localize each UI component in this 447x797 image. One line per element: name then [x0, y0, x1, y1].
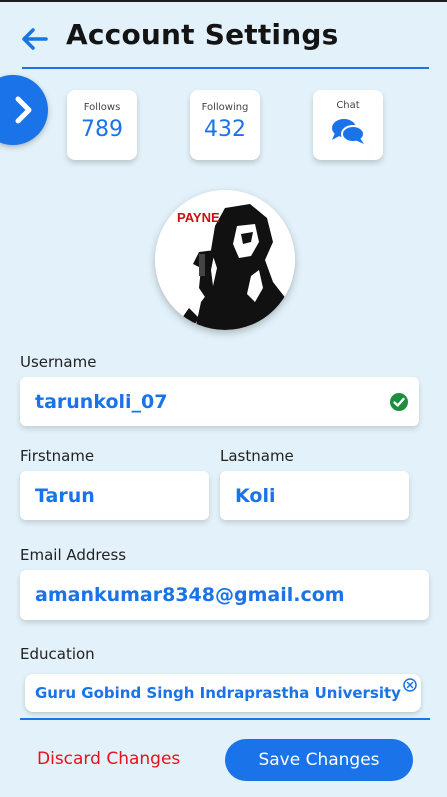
- lastname-value: Koli: [235, 484, 276, 507]
- education-chip[interactable]: Guru Gobind Singh Indraprastha Universit…: [25, 674, 421, 712]
- avatar[interactable]: PAYNE: [155, 190, 295, 330]
- clear-circle-icon[interactable]: [403, 677, 417, 696]
- lastname-field[interactable]: Koli: [220, 471, 409, 520]
- check-circle-icon: [389, 392, 409, 416]
- follows-count: 789: [81, 117, 123, 142]
- education-label: Education: [20, 645, 95, 663]
- username-value: tarunkoli_07: [35, 390, 168, 413]
- discard-changes-button[interactable]: Discard Changes: [37, 749, 180, 769]
- lastname-label: Lastname: [220, 447, 294, 465]
- education-field[interactable]: Guru Gobind Singh Indraprastha Universit…: [20, 672, 430, 720]
- following-count: 432: [204, 117, 246, 142]
- firstname-value: Tarun: [35, 484, 95, 507]
- email-field[interactable]: amankumar8348@gmail.com: [20, 570, 429, 620]
- follows-label: Follows: [83, 102, 121, 113]
- firstname-field[interactable]: Tarun: [20, 471, 209, 520]
- avatar-caption: PAYNE: [177, 210, 220, 225]
- expand-sidebar-button[interactable]: [0, 75, 48, 145]
- follows-card[interactable]: Follows 789: [67, 90, 137, 160]
- back-arrow-icon[interactable]: [18, 25, 50, 53]
- education-value: Guru Gobind Singh Indraprastha Universit…: [35, 684, 401, 702]
- username-field[interactable]: tarunkoli_07: [20, 377, 419, 426]
- username-label: Username: [20, 353, 97, 371]
- firstname-label: Firstname: [20, 447, 95, 465]
- following-card[interactable]: Following 432: [190, 90, 260, 160]
- email-label: Email Address: [20, 546, 127, 564]
- following-label: Following: [201, 102, 249, 113]
- title-divider: [22, 67, 429, 69]
- email-value: amankumar8348@gmail.com: [35, 584, 345, 606]
- chat-bubbles-icon: [330, 117, 366, 149]
- save-changes-button[interactable]: Save Changes: [225, 739, 413, 781]
- chevron-right-icon: [15, 96, 32, 124]
- page-title: Account Settings: [66, 18, 339, 51]
- chat-label: Chat: [336, 100, 360, 111]
- top-border: [0, 0, 447, 2]
- chat-card[interactable]: Chat: [313, 90, 383, 160]
